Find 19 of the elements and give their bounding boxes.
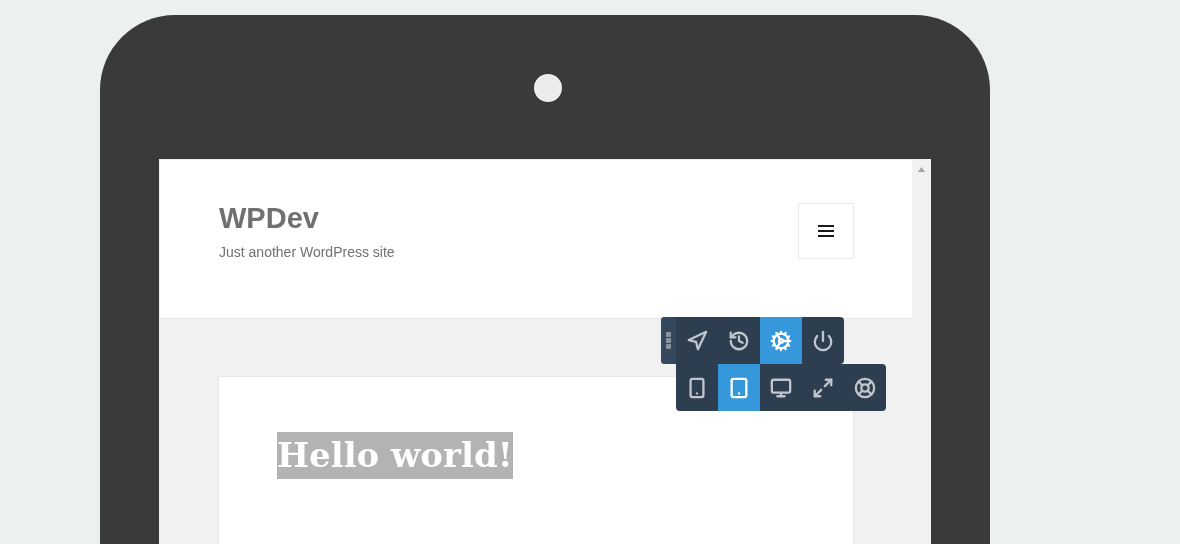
menu-button[interactable] bbox=[798, 202, 854, 259]
arrow-icon bbox=[686, 329, 708, 352]
settings-icon bbox=[770, 329, 792, 352]
camera-icon bbox=[534, 74, 562, 102]
drag-handle[interactable] bbox=[661, 317, 676, 364]
power-icon bbox=[812, 329, 834, 352]
monitor-icon bbox=[770, 376, 792, 399]
history-icon bbox=[728, 329, 750, 352]
tablet-icon bbox=[728, 376, 750, 399]
scroll-up-icon bbox=[918, 167, 925, 172]
toolbar-button[interactable] bbox=[718, 364, 760, 411]
site-tagline: Just another WordPress site bbox=[219, 242, 395, 262]
grip-icon bbox=[666, 332, 671, 349]
phone-icon bbox=[686, 376, 708, 399]
lifebuoy-icon bbox=[854, 376, 876, 399]
menu-icon bbox=[818, 224, 834, 237]
expand-icon bbox=[812, 376, 834, 399]
toolbar-button[interactable] bbox=[760, 317, 802, 364]
site-title[interactable]: WPDev bbox=[219, 199, 395, 236]
